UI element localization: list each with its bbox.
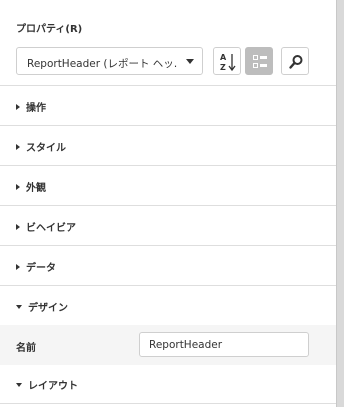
separator xyxy=(0,165,336,166)
section-design[interactable]: デザイン xyxy=(16,299,68,314)
collapse-arrow-icon xyxy=(16,304,22,309)
separator xyxy=(0,125,336,126)
expand-arrow-icon xyxy=(16,183,20,190)
properties-toolbar: ReportHeader (レポート ヘッ… A Z xyxy=(16,47,316,77)
property-label: 名前 xyxy=(16,343,36,354)
section-data[interactable]: データ xyxy=(16,259,56,274)
separator xyxy=(0,245,336,246)
section-label: 操作 xyxy=(26,103,46,114)
section-label: スタイル xyxy=(26,143,66,154)
svg-text:A: A xyxy=(220,53,227,62)
expand-arrow-icon xyxy=(16,263,20,270)
collapse-arrow-icon xyxy=(16,382,22,387)
panel-title: プロパティ(R) xyxy=(16,24,83,35)
expand-arrow-icon xyxy=(16,143,20,150)
sort-az-icon: A Z xyxy=(220,53,236,72)
name-field[interactable] xyxy=(139,332,309,357)
section-label: ビヘイビア xyxy=(26,223,76,234)
section-label: 外観 xyxy=(26,183,46,194)
search-icon xyxy=(289,55,303,69)
chevron-down-icon xyxy=(186,59,194,64)
separator xyxy=(0,85,336,86)
section-appearance[interactable]: 外観 xyxy=(16,179,46,194)
properties-panel: プロパティ(R) ReportHeader (レポート ヘッ… A Z 操作 ス… xyxy=(0,0,337,407)
sort-alphabetical-button[interactable]: A Z xyxy=(213,47,241,75)
section-layout[interactable]: レイアウト xyxy=(16,377,78,392)
section-operation[interactable]: 操作 xyxy=(16,99,46,114)
expand-arrow-icon xyxy=(16,103,20,110)
categorized-icon xyxy=(253,55,267,68)
expand-arrow-icon xyxy=(16,223,20,230)
categorized-button[interactable] xyxy=(245,47,273,75)
section-label: データ xyxy=(26,263,56,274)
property-row-name: 名前 xyxy=(0,325,336,365)
object-selector-value: ReportHeader (レポート ヘッ… xyxy=(27,58,177,70)
section-label: デザイン xyxy=(28,303,68,314)
section-behavior[interactable]: ビヘイビア xyxy=(16,219,76,234)
section-style[interactable]: スタイル xyxy=(16,139,66,154)
separator xyxy=(0,205,336,206)
separator xyxy=(0,285,336,286)
object-selector-dropdown[interactable]: ReportHeader (レポート ヘッ… xyxy=(16,47,203,75)
search-button[interactable] xyxy=(281,47,309,75)
svg-text:Z: Z xyxy=(220,63,226,72)
section-label: レイアウト xyxy=(28,381,78,392)
separator xyxy=(0,403,336,404)
